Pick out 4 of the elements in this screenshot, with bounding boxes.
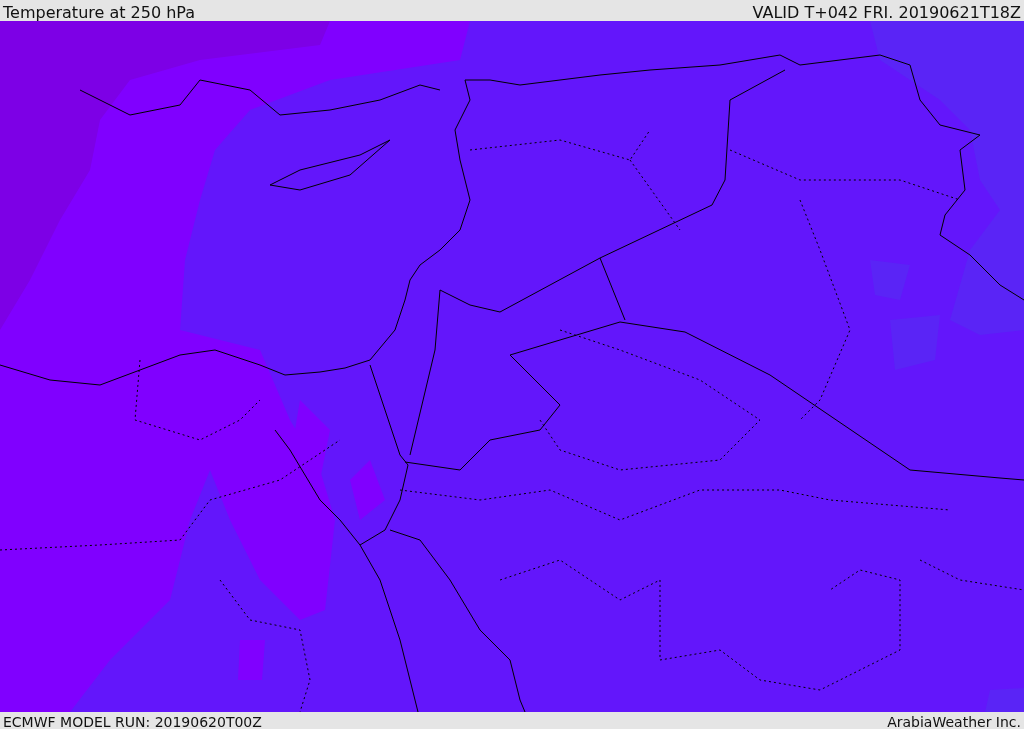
map-title: Temperature at 250 hPa [3, 5, 196, 21]
model-run-label: ECMWF MODEL RUN: 20190620T00Z [3, 715, 262, 729]
credit-label: ArabiaWeather Inc. [887, 715, 1021, 729]
valid-time-label: VALID T+042 FRI. 20190621T18Z [752, 5, 1021, 21]
